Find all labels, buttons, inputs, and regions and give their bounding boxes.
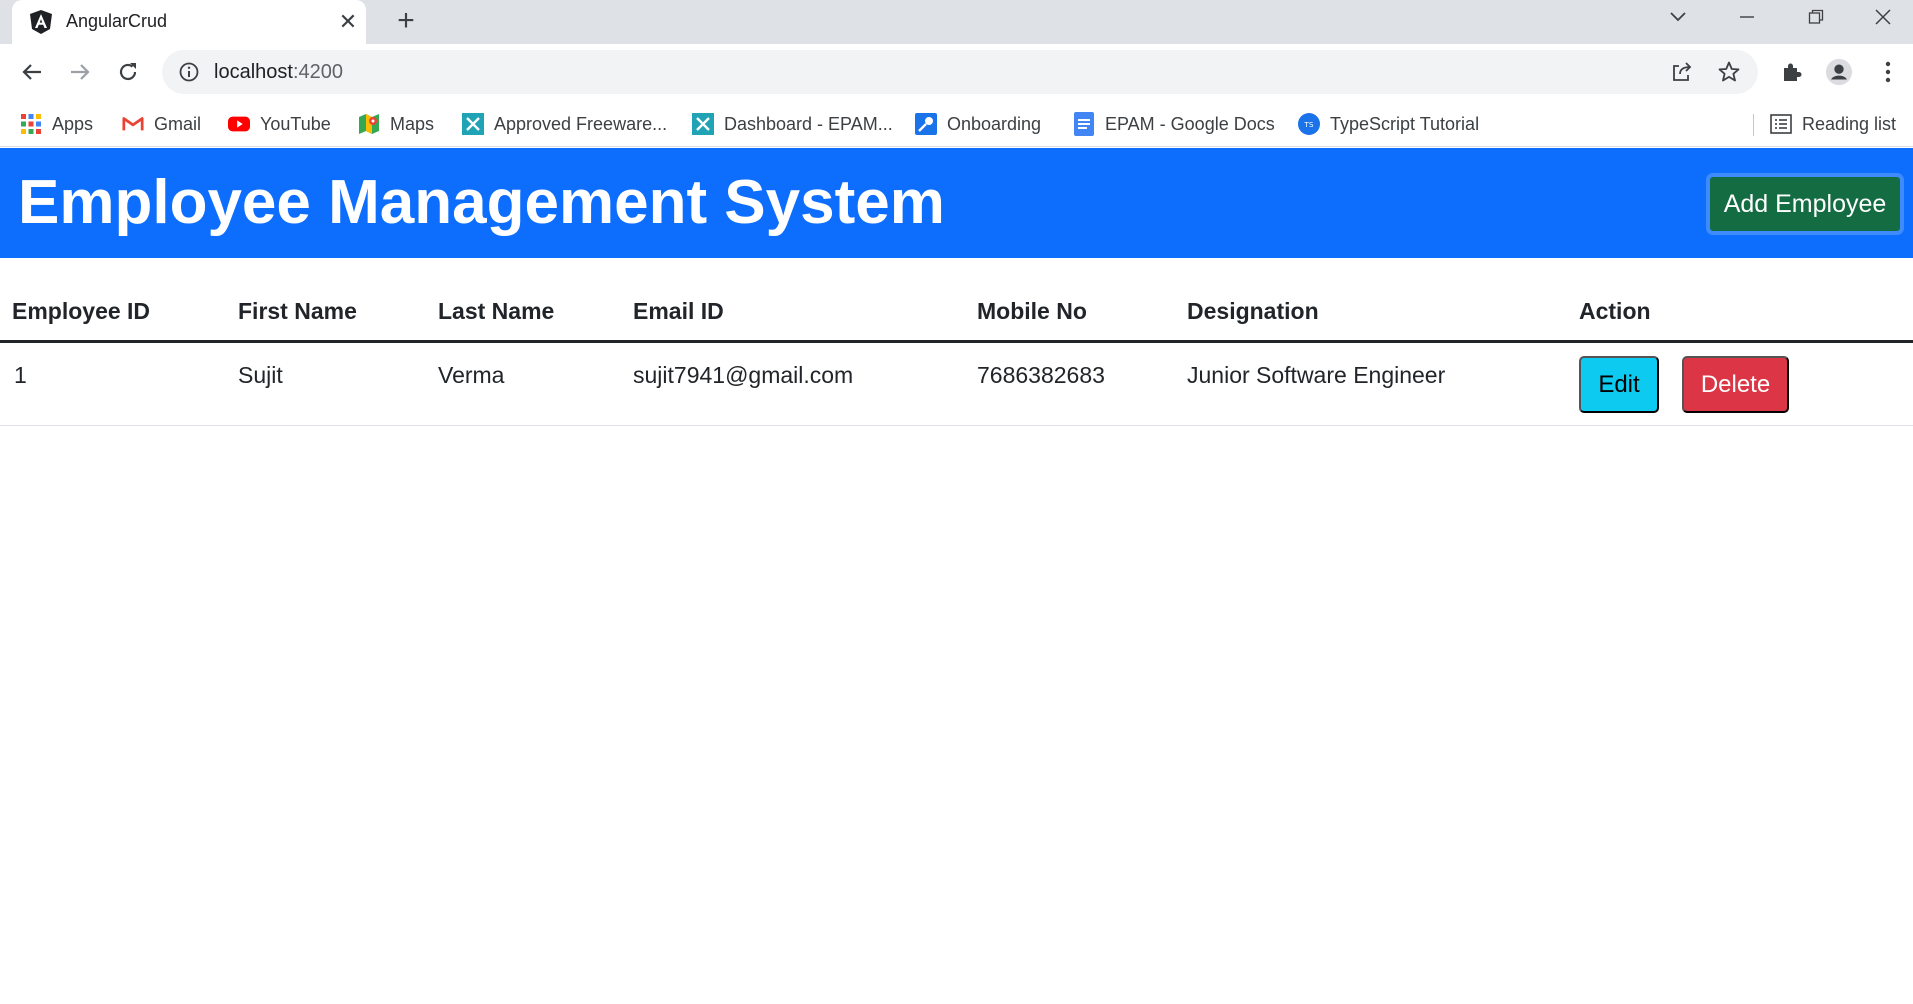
bookmark-label: Dashboard - EPAM... [724, 113, 893, 134]
cell-mobile: 7686382683 [977, 362, 1105, 388]
column-header-mobile-no: Mobile No [977, 298, 1087, 324]
bookmark-label: Maps [390, 113, 435, 134]
bookmark-approved-freeware[interactable]: Approved Freeware... [462, 109, 667, 139]
url-text[interactable]: localhost:4200 [214, 61, 343, 84]
close-window-icon[interactable] [1853, 0, 1913, 34]
column-header-email-id: Email ID [633, 298, 724, 324]
google-docs-icon [1073, 112, 1095, 136]
back-icon[interactable] [14, 54, 50, 90]
app-header: Employee Management System Add Employee [0, 148, 1913, 258]
reload-icon[interactable] [110, 54, 146, 90]
bookmark-star-icon[interactable] [1717, 60, 1741, 84]
angular-icon [28, 9, 54, 35]
edit-button[interactable]: Edit [1579, 356, 1659, 413]
minimize-icon[interactable] [1717, 0, 1777, 34]
bookmark-label: Gmail [154, 113, 202, 134]
bookmark-youtube[interactable]: YouTube [228, 109, 331, 139]
epam-icon [462, 113, 484, 135]
close-tab-icon[interactable]: ✕ [334, 8, 362, 36]
bookmarks-bar: Apps Gmail YouTube Maps Approved Freewar… [0, 101, 1913, 147]
bookmark-maps[interactable]: Maps [358, 109, 434, 139]
bookmark-apps[interactable]: Apps [20, 109, 93, 139]
browser-toolbar: localhost:4200 [0, 44, 1913, 101]
bookmark-onboarding[interactable]: Onboarding [915, 109, 1041, 139]
url-host: localhost [214, 61, 293, 83]
tab-title: AngularCrud [66, 11, 168, 31]
bookmark-gmail[interactable]: Gmail [122, 109, 201, 139]
reading-list-icon [1770, 113, 1792, 135]
tab-search-icon[interactable] [1648, 0, 1708, 34]
page-title: Employee Management System [18, 168, 945, 237]
bookmark-label: YouTube [260, 113, 331, 134]
column-header-first-name: First Name [238, 298, 357, 324]
cell-last-name: Verma [438, 362, 505, 388]
youtube-icon [228, 113, 250, 135]
cell-email: sujit7941@gmail.com [633, 362, 854, 388]
delete-button[interactable]: Delete [1682, 356, 1789, 413]
new-tab-icon[interactable]: + [390, 6, 422, 38]
bookmark-label: Onboarding [947, 113, 1042, 134]
maps-icon [358, 113, 380, 135]
cell-first-name: Sujit [238, 362, 283, 388]
reading-list-label: Reading list [1802, 113, 1897, 134]
address-bar[interactable]: localhost:4200 [162, 50, 1758, 94]
share-icon[interactable] [1670, 60, 1694, 84]
column-header-employee-id: Employee ID [12, 298, 151, 324]
epam-icon [692, 113, 714, 135]
url-port: :4200 [292, 61, 343, 83]
gmail-icon [122, 113, 144, 135]
key-icon [915, 113, 937, 135]
column-header-action: Action [1579, 298, 1651, 324]
bookmark-label: Approved Freeware... [494, 113, 668, 134]
svg-text:TS: TS [1303, 120, 1313, 129]
bookmark-dashboard-epam[interactable]: Dashboard - EPAM... [692, 109, 893, 139]
typescript-icon: TS [1298, 113, 1320, 135]
more-menu-icon[interactable] [1874, 58, 1902, 86]
bookmark-label: Apps [52, 113, 94, 134]
bookmark-label: EPAM - Google Docs [1105, 113, 1275, 134]
bookmarks-divider [1753, 114, 1754, 136]
browser-tab[interactable]: AngularCrud ✕ [12, 0, 366, 44]
bookmark-typescript-tutorial[interactable]: TS TypeScript Tutorial [1298, 109, 1479, 139]
add-employee-button[interactable]: Add Employee [1706, 173, 1904, 235]
tab-strip: AngularCrud ✕ + [0, 0, 1913, 44]
column-header-designation: Designation [1187, 298, 1319, 324]
cell-employee-id: 1 [14, 362, 27, 388]
site-info-icon[interactable] [178, 61, 200, 83]
cell-designation: Junior Software Engineer [1187, 362, 1446, 388]
row-divider [0, 425, 1913, 426]
forward-icon[interactable] [62, 54, 98, 90]
bookmark-label: TypeScript Tutorial [1330, 113, 1480, 134]
header-divider [0, 340, 1913, 343]
column-header-last-name: Last Name [438, 298, 555, 324]
extensions-icon[interactable] [1778, 58, 1806, 86]
restore-icon[interactable] [1786, 0, 1846, 34]
profile-avatar-icon[interactable] [1825, 58, 1853, 86]
apps-grid-icon [20, 113, 42, 135]
bookmark-epam-google-docs[interactable]: EPAM - Google Docs [1073, 109, 1275, 139]
reading-list[interactable]: Reading list [1770, 109, 1896, 139]
